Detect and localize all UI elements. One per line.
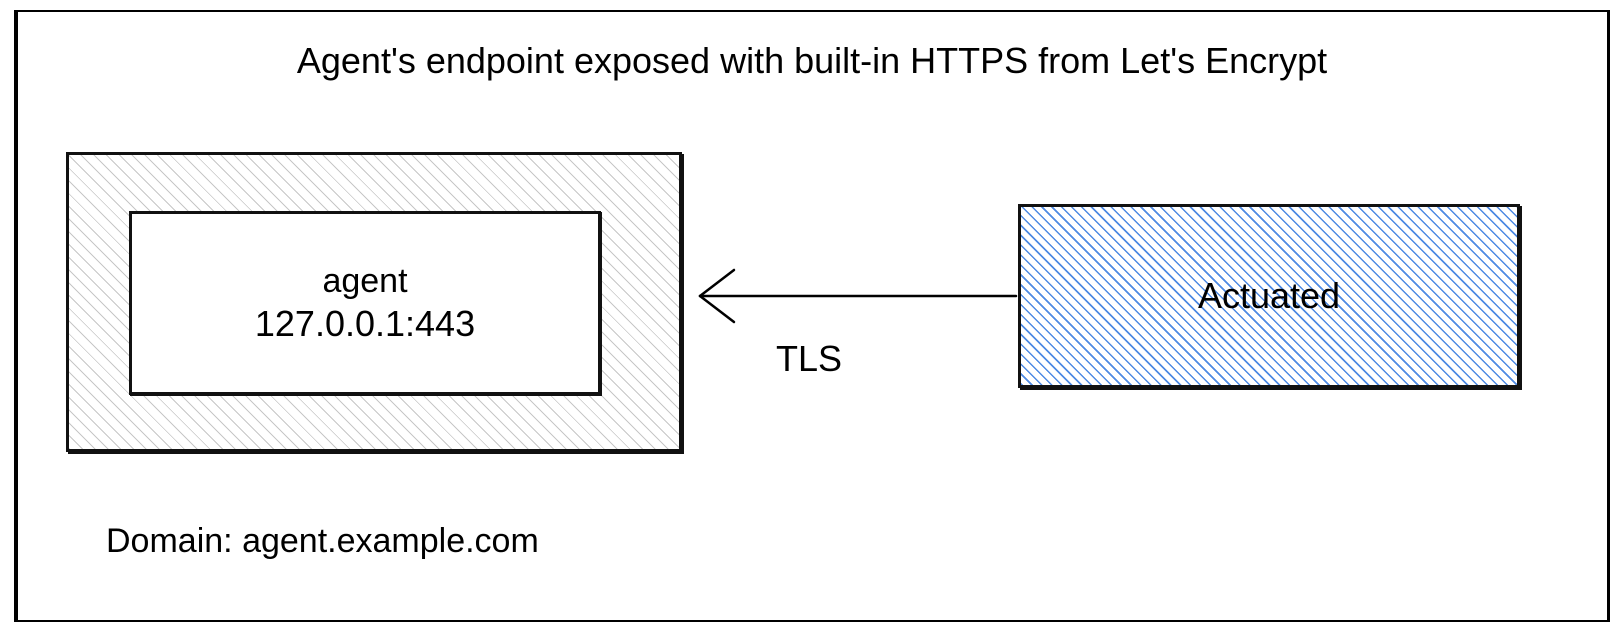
actuated-label: Actuated (1192, 275, 1346, 317)
domain-label: Domain: agent.example.com (106, 522, 539, 561)
actuated-box: Actuated (1018, 204, 1520, 388)
agent-box: agent 127.0.0.1:443 (129, 211, 601, 395)
diagram-frame: Agent's endpoint exposed with built-in H… (14, 10, 1610, 622)
server-box: agent 127.0.0.1:443 (66, 152, 682, 452)
tls-arrow-icon (678, 256, 1018, 336)
domain-prefix: Domain: (106, 522, 242, 560)
agent-name-label: agent (322, 261, 407, 302)
domain-value: agent.example.com (242, 522, 539, 560)
diagram-title: Agent's endpoint exposed with built-in H… (16, 40, 1608, 82)
agent-address-label: 127.0.0.1:443 (255, 302, 475, 345)
connector-label: TLS (776, 338, 842, 380)
